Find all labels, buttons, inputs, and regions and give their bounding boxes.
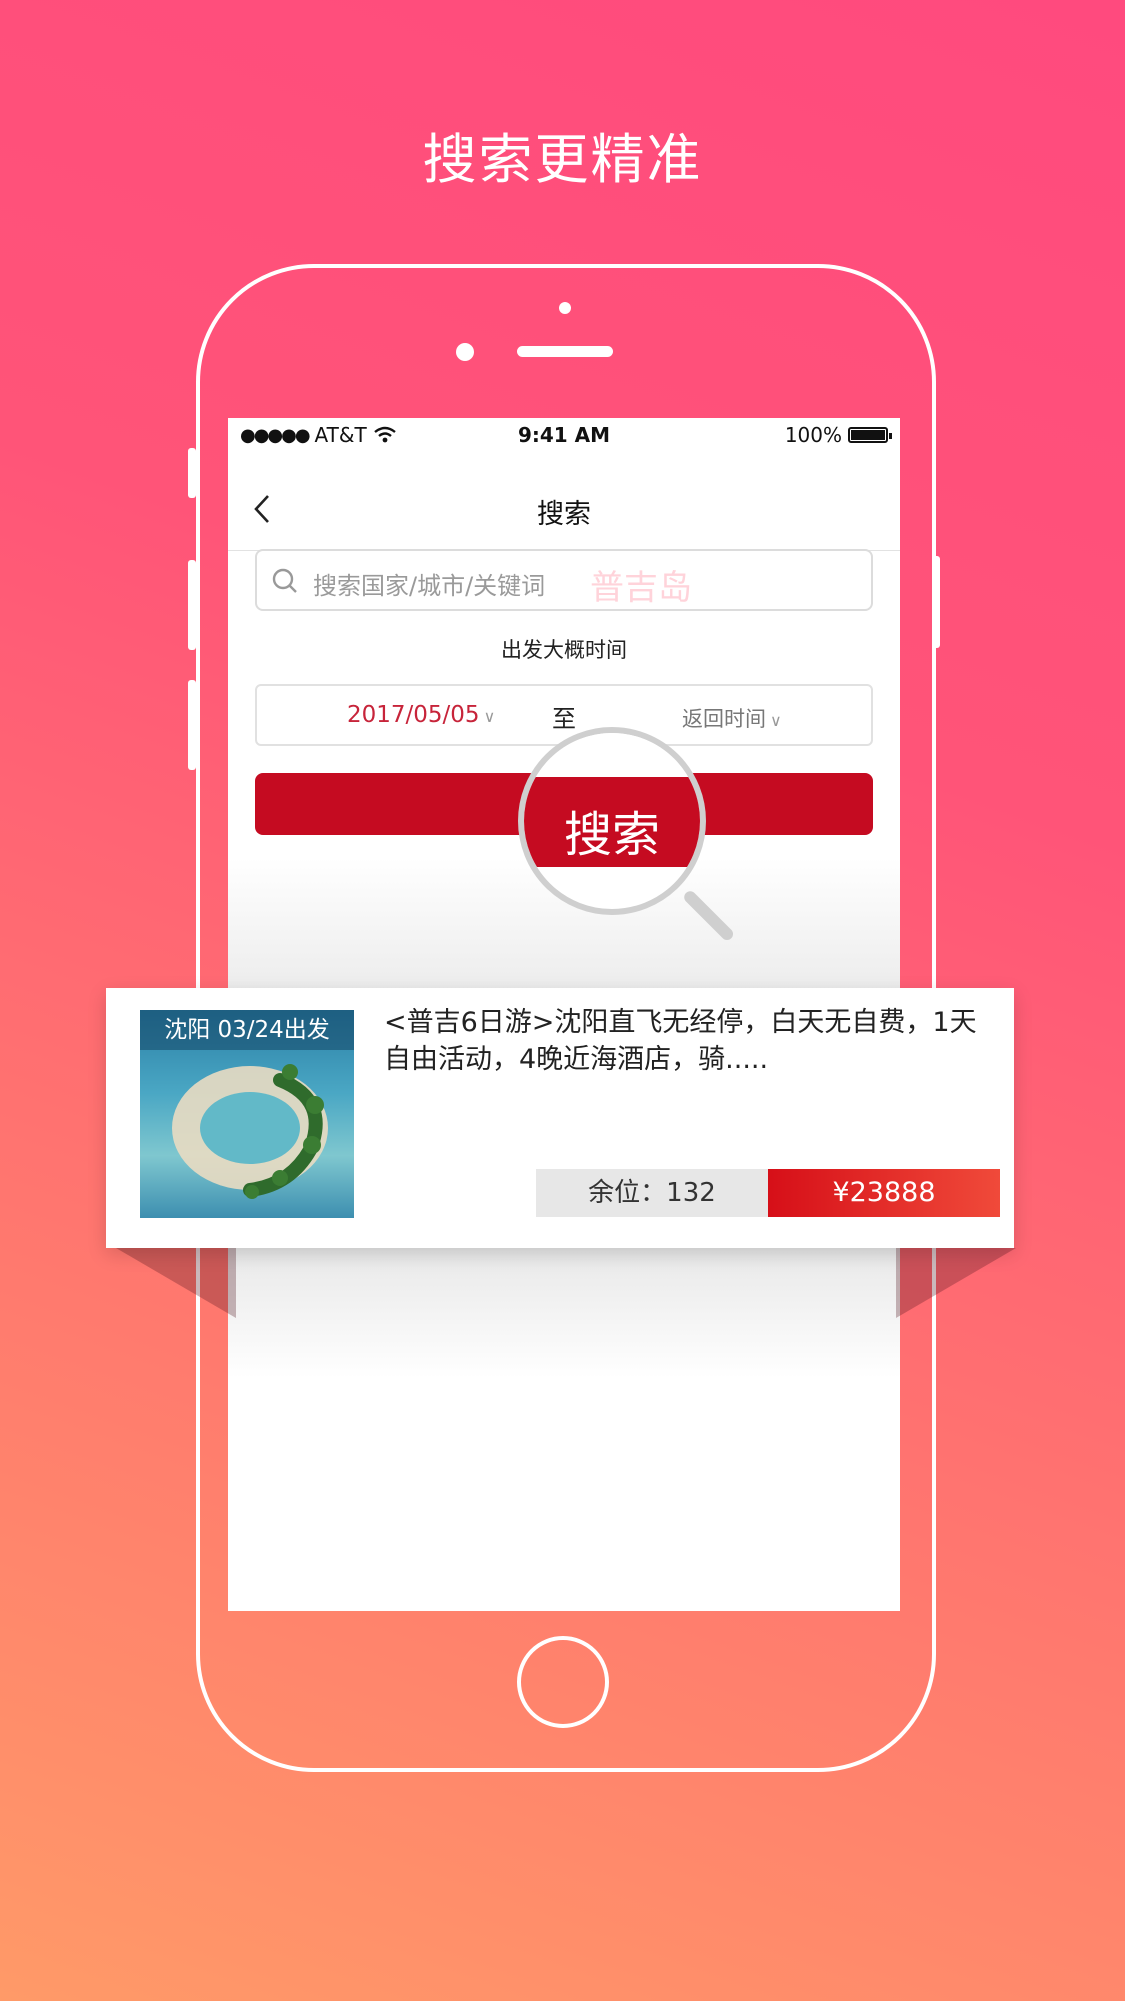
start-date-picker[interactable]: 2017/05/05 ∨ xyxy=(347,702,495,728)
chevron-down-icon: ∨ xyxy=(483,707,496,726)
nav-bar: 搜索 xyxy=(228,470,900,551)
phone-volume-down xyxy=(188,680,196,770)
status-bar: ●●●●● AT&T 9:41 AM 100% xyxy=(228,418,900,458)
phone-speaker xyxy=(517,346,613,357)
magnifier-lens: 搜索 xyxy=(518,727,706,915)
phone-power-button xyxy=(932,556,940,648)
return-date-placeholder: 返回时间 xyxy=(682,707,766,731)
phone-mute-switch xyxy=(188,448,196,498)
battery-icon xyxy=(848,427,892,443)
card-shadow-left xyxy=(116,1248,236,1318)
phone-home-button xyxy=(517,1636,609,1728)
card-shadow-right xyxy=(896,1248,1016,1318)
departure-label: 出发大概时间 xyxy=(501,638,627,662)
search-icon xyxy=(272,568,297,593)
tour-title: <普吉6日游>沈阳直飞无经停，白天无自费，1天自由活动，4晚近海酒店，骑....… xyxy=(384,1007,977,1075)
search-placeholder: 搜索国家/城市/关键词 xyxy=(313,572,546,600)
seats-remaining: 余位：132 xyxy=(536,1169,768,1217)
battery-percent: 100% xyxy=(784,423,842,447)
departure-badge: 沈阳 03/24出发 xyxy=(140,1010,354,1050)
phone-volume-up xyxy=(188,560,196,650)
page-headline: 搜索更精准 xyxy=(422,128,703,191)
date-separator: 至 xyxy=(552,705,576,733)
tour-result-card[interactable]: 沈阳 03/24出发 <普吉6日游>沈阳直飞无经停，白天无自费，1天自由活动，4… xyxy=(106,988,1014,1248)
search-button-label[interactable]: 搜索 xyxy=(524,795,700,865)
return-date-picker[interactable]: 返回时间 ∨ xyxy=(682,703,782,733)
phone-top-sensor xyxy=(559,302,571,314)
phone-front-camera xyxy=(456,343,474,361)
page-title: 搜索 xyxy=(537,499,591,530)
chevron-down-icon: ∨ xyxy=(770,711,782,730)
search-hint-text: 普吉岛 xyxy=(590,568,692,608)
search-input[interactable]: 搜索国家/城市/关键词 普吉岛 xyxy=(255,549,873,611)
tour-thumbnail: 沈阳 03/24出发 xyxy=(140,1010,354,1218)
price-tag[interactable]: ¥23888 xyxy=(768,1169,1000,1217)
start-date-value: 2017/05/05 xyxy=(347,702,480,728)
background-fade-lower xyxy=(228,1238,900,1378)
magnifier-top xyxy=(524,733,700,777)
